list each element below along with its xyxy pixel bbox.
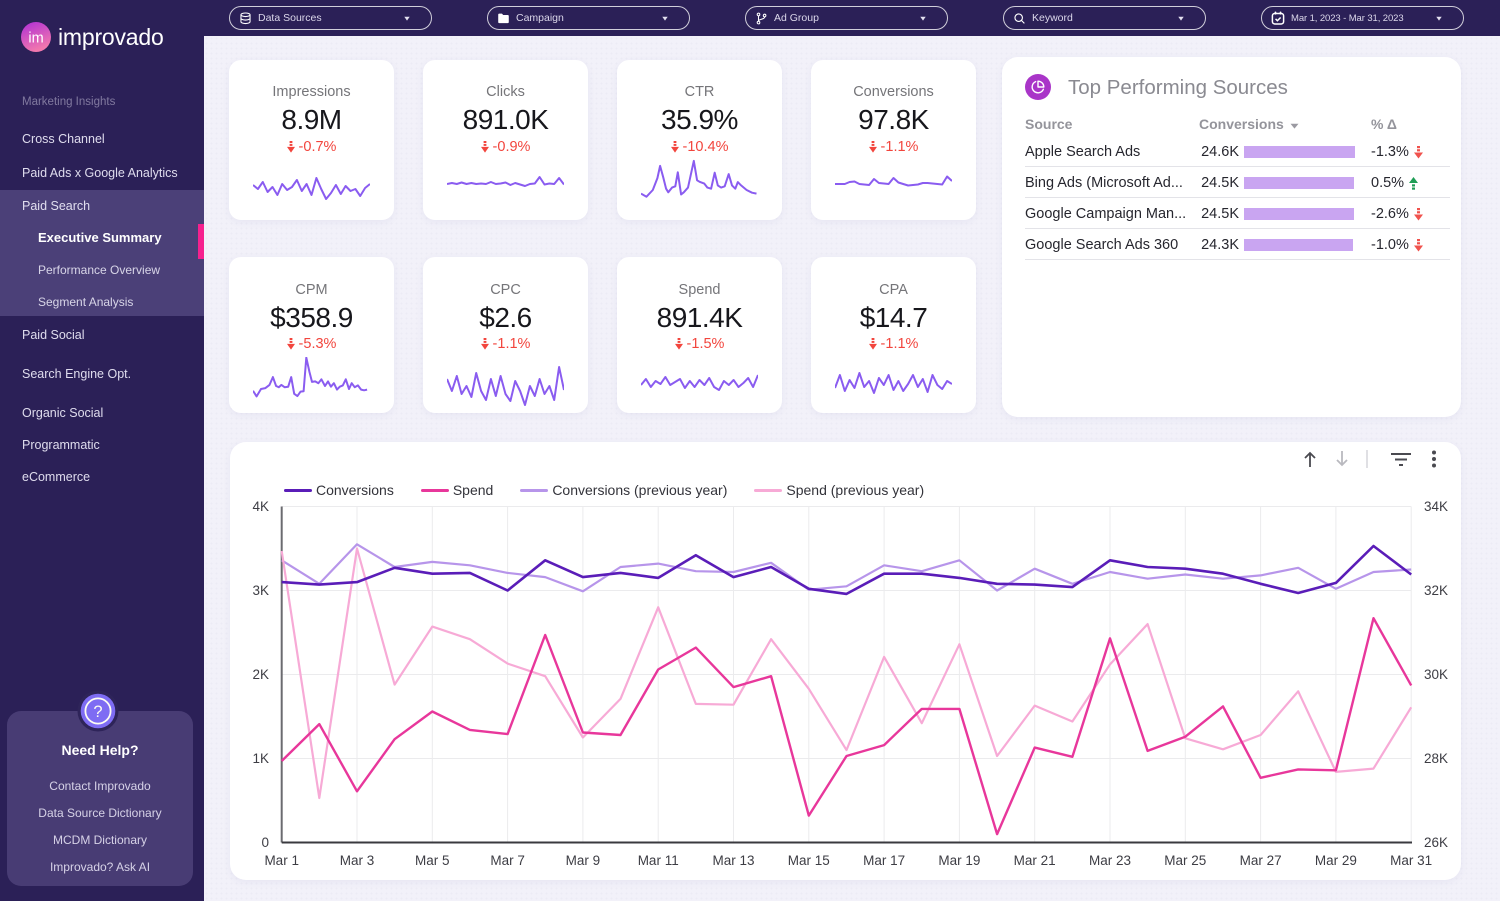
svg-text:Mar 3: Mar 3 <box>340 853 375 868</box>
svg-text:im: im <box>28 31 43 47</box>
svg-text:Mar 9: Mar 9 <box>566 853 601 868</box>
svg-text:3K: 3K <box>252 583 269 598</box>
svg-text:32K: 32K <box>1424 583 1448 598</box>
svg-text:1K: 1K <box>252 751 269 766</box>
svg-text:0: 0 <box>261 835 269 850</box>
svg-text:26K: 26K <box>1424 835 1448 850</box>
svg-text:Mar 23: Mar 23 <box>1089 853 1131 868</box>
svg-text:Mar 7: Mar 7 <box>490 853 525 868</box>
svg-text:2K: 2K <box>252 667 269 682</box>
svg-text:34K: 34K <box>1424 499 1448 514</box>
svg-text:Mar 15: Mar 15 <box>788 853 830 868</box>
svg-text:Mar 5: Mar 5 <box>415 853 450 868</box>
svg-text:?: ? <box>93 703 102 721</box>
svg-text:Mar 19: Mar 19 <box>938 853 980 868</box>
svg-text:Mar 13: Mar 13 <box>712 853 754 868</box>
svg-text:Mar 17: Mar 17 <box>863 853 905 868</box>
svg-text:Mar 29: Mar 29 <box>1315 853 1357 868</box>
svg-text:4K: 4K <box>252 499 269 514</box>
svg-text:Mar 21: Mar 21 <box>1014 853 1056 868</box>
svg-text:Mar 31: Mar 31 <box>1390 853 1432 868</box>
svg-text:Mar 1: Mar 1 <box>264 853 299 868</box>
svg-text:30K: 30K <box>1424 667 1448 682</box>
svg-text:Mar 27: Mar 27 <box>1240 853 1282 868</box>
svg-text:28K: 28K <box>1424 751 1448 766</box>
svg-text:Mar 11: Mar 11 <box>638 853 679 868</box>
svg-text:Mar 25: Mar 25 <box>1164 853 1206 868</box>
